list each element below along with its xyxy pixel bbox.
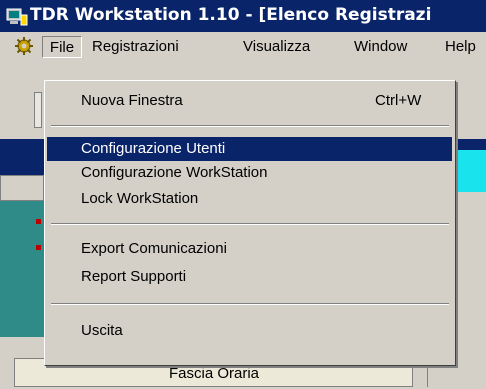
background-header	[0, 139, 44, 175]
title-bar[interactable]: TDR Workstation 1.10 - [Elenco Registraz…	[0, 0, 486, 32]
menu-separator	[51, 125, 449, 127]
window-title: TDR Workstation 1.10 - [Elenco Registraz…	[30, 5, 432, 25]
menu-window[interactable]: Window	[354, 36, 407, 58]
menu-item-lock-workstation[interactable]: Lock WorkStation	[47, 187, 452, 211]
marker-icon	[36, 245, 41, 250]
menu-item-label: Nuova Finestra	[81, 92, 183, 109]
menu-item-label: Configurazione Utenti	[81, 140, 226, 157]
menu-item-label: Report Supporti	[81, 268, 187, 285]
menu-item-export-comunicazioni[interactable]: Export Comunicazioni	[47, 237, 452, 261]
menu-item-label: Lock WorkStation	[81, 190, 199, 207]
menu-separator	[51, 303, 449, 305]
menu-item-configurazione-utenti[interactable]: Configurazione Utenti	[47, 137, 452, 161]
menu-item-label: Export Comunicazioni	[81, 240, 227, 257]
menu-file[interactable]: File	[42, 36, 82, 58]
menu-item-configurazione-workstation[interactable]: Configurazione WorkStation	[47, 161, 452, 185]
menu-item-report-supporti[interactable]: Report Supporti	[47, 265, 452, 289]
monitor-app-icon[interactable]	[6, 8, 28, 26]
menu-visualizza[interactable]: Visualizza	[243, 36, 310, 58]
marker-icon	[36, 219, 41, 224]
background-row	[0, 175, 44, 201]
gear-icon[interactable]	[14, 36, 34, 56]
background-panel	[0, 201, 46, 337]
menu-help[interactable]: Help	[445, 36, 476, 58]
menu-item-nuova-finestra[interactable]: Nuova Finestra Ctrl+W	[47, 89, 452, 113]
file-menu-dropdown: Nuova Finestra Ctrl+W Configurazione Ute…	[44, 80, 456, 366]
toolbar-button[interactable]	[34, 92, 42, 128]
menu-item-label: Configurazione WorkStation	[81, 164, 268, 181]
menu-registrazioni[interactable]: Registrazioni	[92, 36, 179, 58]
menu-separator	[51, 223, 449, 225]
menu-item-label: Uscita	[81, 322, 123, 339]
menu-item-uscita[interactable]: Uscita	[47, 319, 452, 343]
menu-item-shortcut: Ctrl+W	[375, 92, 422, 109]
